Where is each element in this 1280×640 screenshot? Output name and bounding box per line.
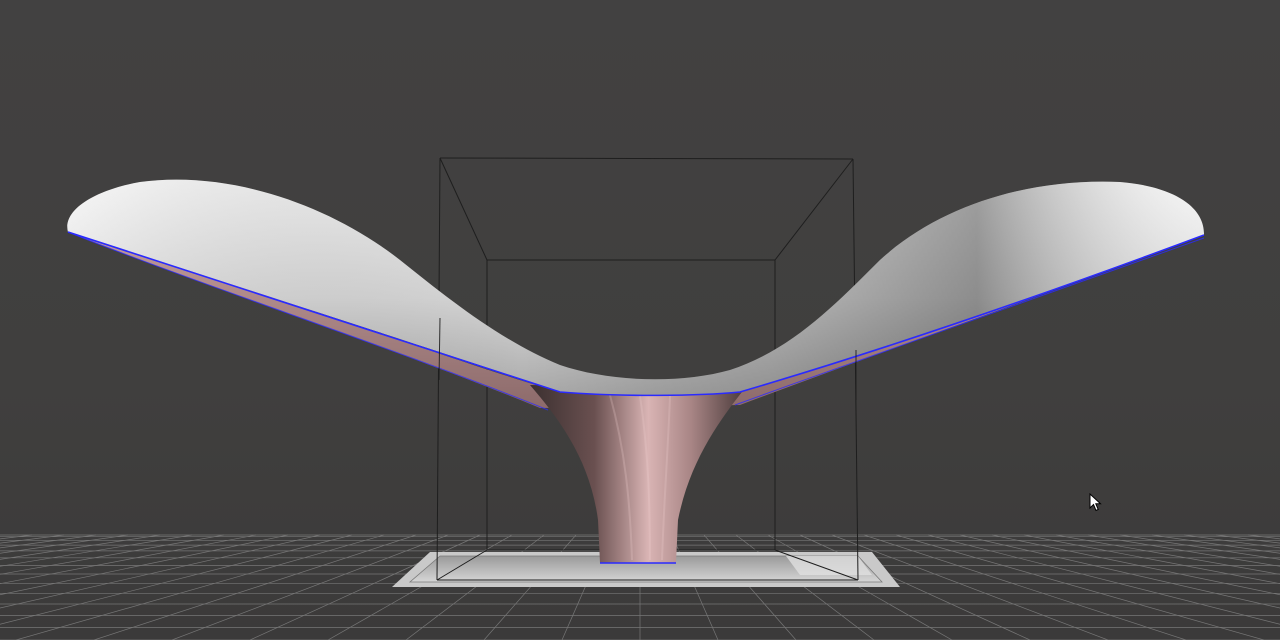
arrow-cursor-icon (1089, 493, 1102, 512)
model-mesh[interactable] (67, 179, 1205, 564)
model-stem (530, 385, 745, 563)
3d-viewport[interactable] (0, 0, 1280, 640)
